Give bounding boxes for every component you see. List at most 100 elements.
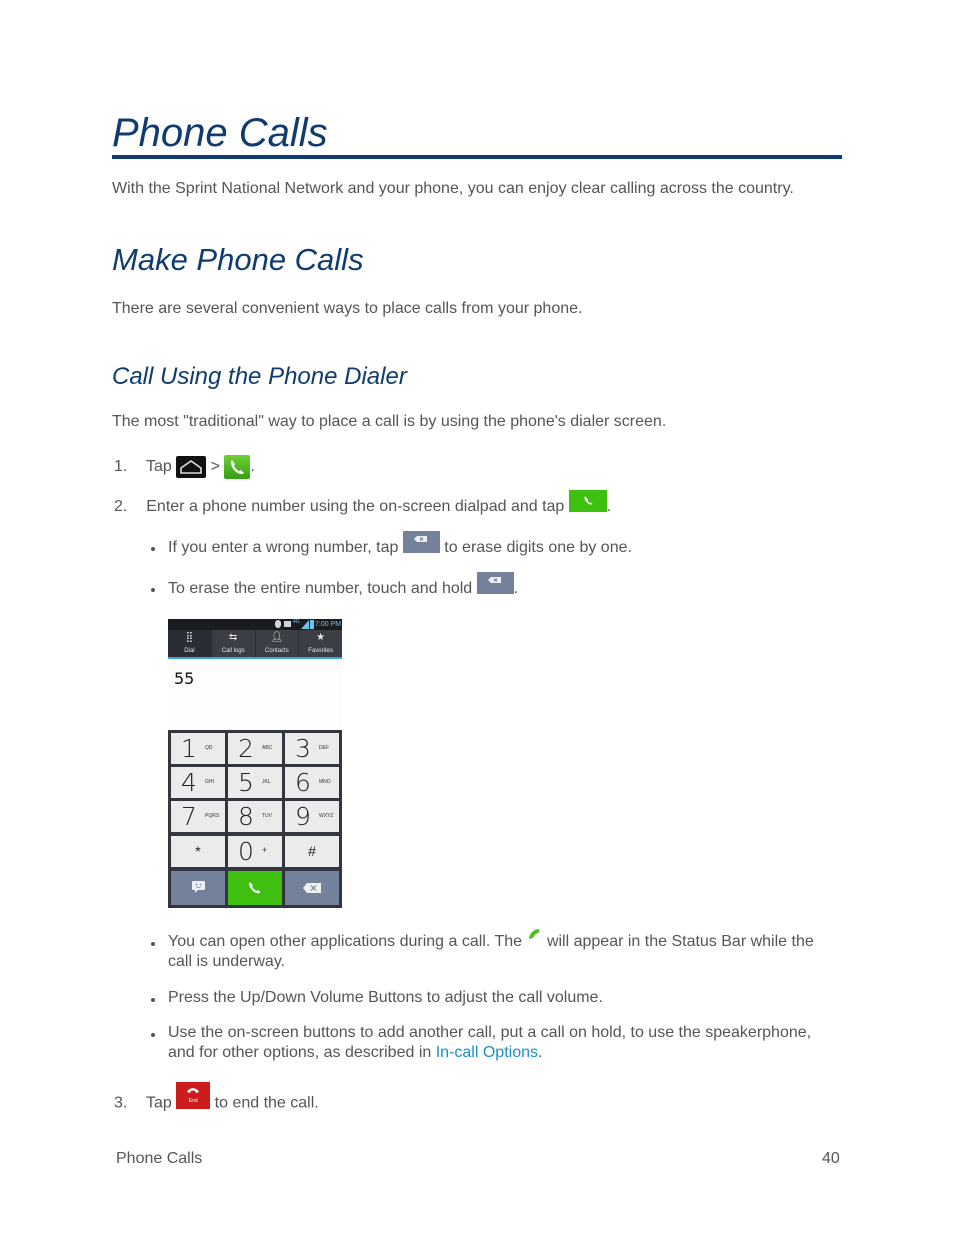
tab-call-logs[interactable]: ⇆ Call logs — [212, 630, 256, 657]
bullet — [151, 547, 155, 551]
key-digit: * — [195, 843, 201, 859]
in-call-options-link[interactable]: In-call Options — [436, 1044, 538, 1061]
key-letters: DEF — [319, 745, 329, 751]
step-2: 2. Enter a phone number using the on-scr… — [114, 490, 612, 518]
step-3: 3. Tap End to end the call. — [114, 1082, 319, 1117]
dialpad-icon: ⣿ — [185, 632, 194, 643]
tab-label: Call logs — [221, 648, 245, 654]
message-button[interactable] — [171, 871, 225, 905]
bullet-text: To erase the entire number, touch and ho… — [168, 580, 473, 598]
key-digit: 7 — [181, 802, 197, 831]
footer-page-number: 40 — [822, 1150, 840, 1167]
step-number: 3. — [114, 1094, 128, 1112]
intro-text: With the Sprint National Network and you… — [112, 180, 794, 197]
bullet — [151, 942, 155, 946]
step-end: . — [606, 498, 612, 516]
key-letters: WXYZ — [319, 813, 334, 819]
key-digit: # — [308, 843, 316, 859]
key-5[interactable]: 5 JKL — [228, 767, 282, 798]
step-end: . — [250, 458, 255, 476]
bullet-text: will appear in the Status Bar while the — [546, 933, 814, 950]
bullet-text: and for other options, as described in — [168, 1044, 432, 1061]
hang-up-icon — [187, 1088, 200, 1093]
home-icon — [176, 456, 207, 478]
key-star[interactable]: * — [171, 836, 225, 867]
signal-icon — [301, 620, 309, 629]
key-hash[interactable]: # — [285, 836, 339, 867]
bullet — [151, 998, 155, 1002]
key-letters: PQRS — [205, 813, 220, 819]
delete-button[interactable] — [285, 871, 339, 905]
phone-icon — [249, 882, 261, 894]
bullet-text: to erase digits one by one. — [444, 539, 632, 557]
tab-contacts[interactable]: 👤︎ Contacts — [256, 630, 300, 657]
bullet-text: Use the on-screen buttons to add another… — [168, 1024, 812, 1041]
section-intro: There are several convenient ways to pla… — [112, 300, 583, 317]
dialer-tabs: ⣿ Dial ⇆ Call logs 👤︎ Contacts ★ Favorit… — [168, 630, 342, 657]
step-number: 2. — [114, 498, 128, 516]
dialpad: 1 QD 2 ABC 3 DEF 4 GHI 5 JKL 6 MNO 7 PQRS 8 TUV … — [168, 730, 342, 908]
step-number: 1. — [114, 458, 128, 476]
call-logs-icon: ⇆ — [228, 632, 238, 643]
key-6[interactable]: 6 MNO — [285, 767, 339, 798]
step-text: Tap — [145, 1094, 172, 1112]
key-digit: 2 — [238, 734, 254, 763]
key-2[interactable]: 2 ABC — [228, 733, 282, 764]
bullet-text: call is underway. — [168, 953, 286, 970]
key-1[interactable]: 1 QD — [171, 733, 225, 764]
key-9[interactable]: 9 WXYZ — [285, 801, 339, 832]
key-digit: 3 — [295, 734, 311, 763]
active-tab-indicator — [168, 657, 342, 659]
bullet — [151, 588, 155, 592]
star-icon: ★ — [316, 632, 326, 643]
key-8[interactable]: 8 TUV — [228, 801, 282, 832]
key-3[interactable]: 3 DEF — [285, 733, 339, 764]
key-0[interactable]: 0 + — [228, 836, 282, 867]
key-letters: QD — [205, 745, 213, 751]
call-in-progress-icon — [529, 929, 541, 939]
bullet-text: . — [513, 580, 519, 598]
key-4[interactable]: 4 GHI — [171, 767, 225, 798]
bullet-text: You can open other applications during a… — [168, 933, 523, 950]
key-letters: JKL — [262, 779, 271, 785]
after-bullet-2: Press the Up/Down Volume Buttons to adju… — [168, 989, 603, 1006]
bluetooth-icon — [275, 620, 281, 628]
sub-bullet-1: If you enter a wrong number, tap to eras… — [168, 531, 632, 559]
key-letters: GHI — [205, 779, 214, 785]
tab-label: Dial — [184, 648, 195, 654]
key-digit: 8 — [238, 802, 254, 831]
phone-app-icon — [224, 455, 251, 479]
contacts-icon: 👤︎ — [270, 632, 284, 643]
end-call-button-icon: End — [176, 1082, 211, 1109]
footer-section-name: Phone Calls — [116, 1150, 203, 1167]
key-digit: 5 — [238, 768, 254, 797]
after-bullet-3: Use the on-screen buttons to add another… — [168, 1023, 848, 1063]
key-digit: 6 — [295, 768, 311, 797]
step-text: to end the call. — [214, 1094, 319, 1112]
tab-favorites[interactable]: ★ Favorites — [299, 630, 342, 657]
backspace-icon — [303, 883, 321, 893]
status-time: 7:00 PM — [315, 621, 342, 628]
dialer-screenshot: 4G 7:00 PM ⣿ Dial ⇆ Call logs 👤︎ Contact… — [168, 619, 342, 908]
step-separator: > — [210, 458, 220, 476]
key-letters: ABC — [262, 745, 273, 751]
bullet-text: If you enter a wrong number, tap — [168, 539, 399, 557]
key-7[interactable]: 7 PQRS — [171, 801, 225, 832]
title-rule — [112, 155, 842, 159]
step-text: Enter a phone number using the on-screen… — [146, 498, 565, 516]
step-text: Tap — [145, 458, 172, 476]
dialed-number: 55 — [174, 669, 195, 688]
after-bullet-1: You can open other applications during a… — [168, 929, 838, 972]
message-icon — [192, 881, 205, 893]
tab-label: Contacts — [265, 648, 289, 654]
status-bar: 4G 7:00 PM — [168, 619, 342, 630]
key-letters: TUV — [262, 813, 272, 819]
step-1: 1. Tap > . — [114, 455, 255, 479]
tab-dial[interactable]: ⣿ Dial — [168, 630, 212, 657]
tab-label: Favorites — [308, 648, 333, 654]
section-title: Make Phone Calls — [112, 242, 364, 277]
network-4g-icon: 4G — [293, 619, 300, 625]
subsection-intro: The most "traditional" way to place a ca… — [112, 413, 667, 430]
call-button[interactable] — [228, 871, 282, 905]
key-digit: 9 — [295, 802, 311, 831]
